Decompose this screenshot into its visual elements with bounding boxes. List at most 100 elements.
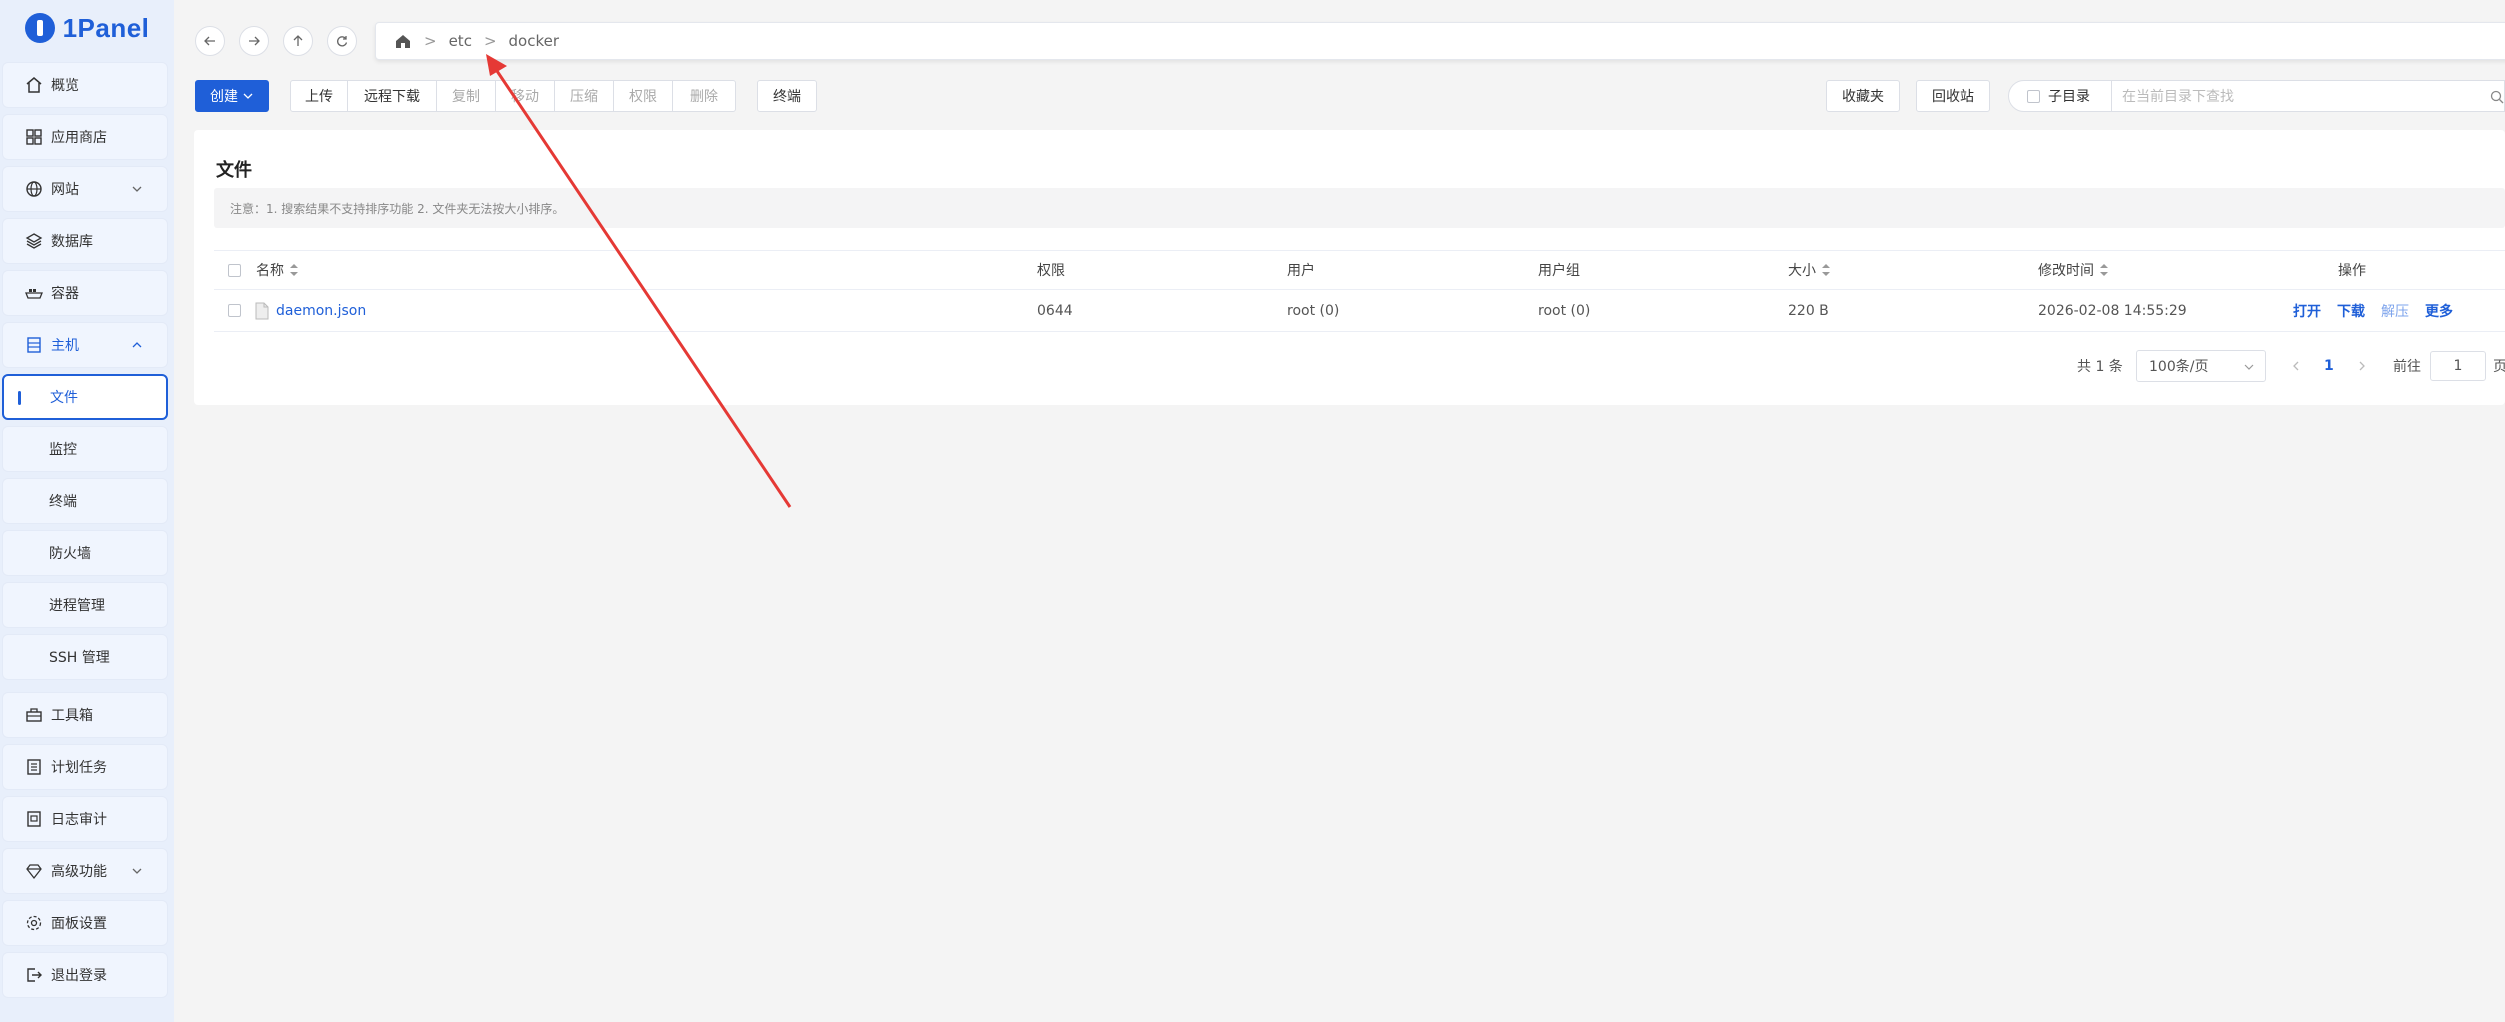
sidebar-item-logs[interactable]: 日志审计 xyxy=(2,796,168,842)
sort-icon[interactable] xyxy=(1822,264,1830,276)
compress-label: 压缩 xyxy=(570,89,598,105)
sidebar-item-advanced[interactable]: 高级功能 xyxy=(2,848,168,894)
delete-button[interactable]: 删除 xyxy=(672,80,736,112)
file-name-link[interactable]: daemon.json xyxy=(276,303,366,319)
sort-icon[interactable] xyxy=(290,264,298,276)
sidebar-item-label: 工具箱 xyxy=(51,708,93,724)
create-button[interactable]: 创建 xyxy=(195,80,269,112)
apps-grid-icon xyxy=(25,128,43,146)
subdir-checkbox[interactable] xyxy=(2027,89,2040,103)
refresh-button[interactable] xyxy=(327,26,357,56)
favorites-button[interactable]: 收藏夹 xyxy=(1826,80,1900,112)
home-icon[interactable] xyxy=(394,32,412,50)
chevron-down-icon xyxy=(243,93,253,99)
chevron-down-icon xyxy=(2244,364,2254,370)
sidebar-item-label: 文件 xyxy=(50,390,78,406)
chevron-down-icon xyxy=(132,868,142,874)
more-action[interactable]: 更多 xyxy=(2425,301,2453,321)
file-group[interactable]: root (0) xyxy=(1538,290,1590,331)
permission-button[interactable]: 权限 xyxy=(613,80,673,112)
upload-button[interactable]: 上传 xyxy=(290,80,348,112)
sidebar-item-label: 日志审计 xyxy=(51,812,107,828)
sidebar-item-settings[interactable]: 面板设置 xyxy=(2,900,168,946)
sidebar-item-app-store[interactable]: 应用商店 xyxy=(2,114,168,160)
sidebar-item-monitor[interactable]: 监控 xyxy=(2,426,168,472)
refresh-icon xyxy=(337,36,348,47)
sidebar-item-label: SSH 管理 xyxy=(49,650,110,666)
sidebar-item-label: 终端 xyxy=(49,494,77,510)
sidebar-item-terminal[interactable]: 终端 xyxy=(2,478,168,524)
search-placeholder: 在当前目录下查找 xyxy=(2122,89,2234,105)
sidebar-item-process[interactable]: 进程管理 xyxy=(2,582,168,628)
sort-icon[interactable] xyxy=(2100,264,2108,276)
breadcrumb-segment-docker[interactable]: docker xyxy=(509,32,560,50)
breadcrumb-separator: > xyxy=(483,32,497,50)
table-header: 名称 权限 用户 用户组 大小 修改时间 操作 xyxy=(214,250,2505,290)
sidebar-item-websites[interactable]: 网站 xyxy=(2,166,168,212)
breadcrumb-segment-etc[interactable]: etc xyxy=(449,32,472,50)
page-number-current[interactable]: 1 xyxy=(2324,350,2334,382)
select-all-checkbox[interactable] xyxy=(228,263,241,277)
sidebar-item-overview[interactable]: 概览 xyxy=(2,62,168,108)
sidebar: 1Panel 概览 应用商店 网站 数据库 容器 主机 文件 监控 终端 防火墙… xyxy=(0,0,174,1022)
page-size-select[interactable]: 100条/页 xyxy=(2136,350,2266,382)
download-action[interactable]: 下载 xyxy=(2337,301,2365,321)
terminal-button[interactable]: 终端 xyxy=(757,80,817,112)
next-page-button[interactable] xyxy=(2356,350,2368,382)
sidebar-item-host[interactable]: 主机 xyxy=(2,322,168,368)
sidebar-item-label: 应用商店 xyxy=(51,130,107,146)
forward-button[interactable] xyxy=(239,26,269,56)
table-row[interactable]: daemon.json 0644 root (0) root (0) 220 B… xyxy=(214,290,2505,332)
back-button[interactable] xyxy=(195,26,225,56)
page-suffix-label: 页 xyxy=(2493,359,2505,375)
column-name-header[interactable]: 名称 xyxy=(256,251,298,289)
sidebar-item-firewall[interactable]: 防火墙 xyxy=(2,530,168,576)
breadcrumb-separator: > xyxy=(424,32,437,50)
column-user-label: 用户 xyxy=(1287,263,1315,279)
remote-download-label: 远程下载 xyxy=(364,89,420,105)
chevron-down-icon xyxy=(132,186,142,192)
goto-page-input[interactable]: 1 xyxy=(2430,351,2486,381)
prev-page-button[interactable] xyxy=(2290,350,2302,382)
sidebar-item-label: 防火墙 xyxy=(49,546,91,562)
search-icon[interactable] xyxy=(2490,90,2504,104)
file-user[interactable]: root (0) xyxy=(1287,290,1339,331)
remote-download-button[interactable]: 远程下载 xyxy=(347,80,437,112)
column-permission-header: 权限 xyxy=(1037,251,1065,289)
column-modified-header[interactable]: 修改时间 xyxy=(2038,251,2108,289)
subdir-label: 子目录 xyxy=(2048,89,2090,105)
favorites-label: 收藏夹 xyxy=(1842,89,1884,105)
sidebar-item-toolbox[interactable]: 工具箱 xyxy=(2,692,168,738)
extract-action[interactable]: 解压 xyxy=(2381,301,2409,321)
logo: 1Panel xyxy=(0,0,174,56)
sidebar-item-database[interactable]: 数据库 xyxy=(2,218,168,264)
pagination-total: 共 1 条 xyxy=(2077,359,2123,375)
list-icon xyxy=(25,758,43,776)
sidebar-item-containers[interactable]: 容器 xyxy=(2,270,168,316)
column-size-header[interactable]: 大小 xyxy=(1788,251,1830,289)
compress-button[interactable]: 压缩 xyxy=(554,80,614,112)
up-button[interactable] xyxy=(283,26,313,56)
move-button[interactable]: 移动 xyxy=(495,80,555,112)
recycle-bin-button[interactable]: 回收站 xyxy=(1916,80,1990,112)
sidebar-item-label: 主机 xyxy=(51,338,79,354)
open-action[interactable]: 打开 xyxy=(2293,301,2321,321)
diamond-icon xyxy=(25,862,43,880)
delete-label: 删除 xyxy=(690,89,718,105)
copy-button[interactable]: 复制 xyxy=(436,80,496,112)
file-permission[interactable]: 0644 xyxy=(1037,290,1073,331)
search-input[interactable]: 在当前目录下查找 xyxy=(2111,80,2505,112)
sidebar-item-cron[interactable]: 计划任务 xyxy=(2,744,168,790)
sidebar-item-files[interactable]: 文件 xyxy=(2,374,168,420)
sidebar-item-ssh[interactable]: SSH 管理 xyxy=(2,634,168,680)
row-checkbox[interactable] xyxy=(228,304,241,317)
subdir-toggle[interactable]: 子目录 xyxy=(2008,80,2112,112)
sidebar-item-logout[interactable]: 退出登录 xyxy=(2,952,168,998)
home-icon xyxy=(25,76,43,94)
path-breadcrumb[interactable]: > etc > docker xyxy=(375,22,2505,60)
search-notice: 注意：1. 搜索结果不支持排序功能 2. 文件夹无法按大小排序。 xyxy=(214,188,2505,228)
sidebar-item-label: 进程管理 xyxy=(49,598,105,614)
gear-icon xyxy=(25,914,43,932)
file-modified: 2026-02-08 14:55:29 xyxy=(2038,302,2187,319)
column-name-label: 名称 xyxy=(256,263,284,279)
